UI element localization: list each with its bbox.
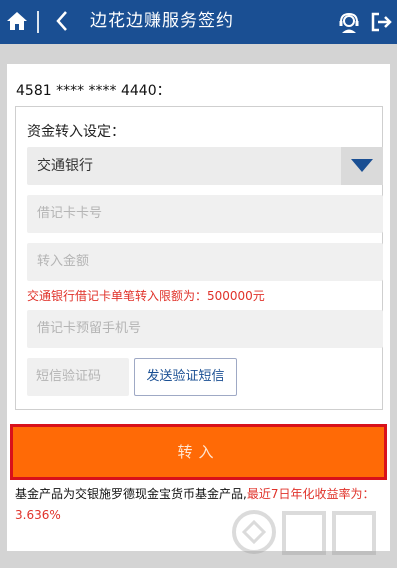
bank-select[interactable]: 交通银行 [27, 147, 383, 185]
phone-input[interactable]: 借记卡预留手机号 [27, 310, 383, 348]
note-text: 基金产品为交银施罗德现金宝货币基金产品, [15, 487, 247, 501]
home-icon[interactable] [6, 11, 28, 31]
sms-code-input[interactable]: 短信验证码 [27, 358, 129, 396]
chevron-left-icon[interactable] [54, 9, 70, 33]
section-title: 资金转入设定： [27, 124, 125, 140]
transfer-in-button[interactable]: 转入 [10, 424, 387, 480]
page-title: 边花边赚服务签约 [90, 11, 234, 31]
bank-select-value: 交通银行 [37, 158, 93, 174]
transfer-limit-notice: 交通银行借记卡单笔转入限额为：500000元 [27, 289, 265, 303]
triangle-down-icon [351, 159, 373, 172]
card-number-input[interactable]: 借记卡卡号 [27, 195, 383, 233]
watermark-logo [230, 505, 390, 560]
transfer-settings-panel: 资金转入设定： 交通银行 借记卡卡号 转入金额 交通银行借记卡单笔转入限额为：5… [15, 106, 383, 410]
amount-input[interactable]: 转入金额 [27, 243, 383, 281]
card-number: 4581 **** **** 4440： [16, 83, 171, 99]
app-header: 边花边赚服务签约 [0, 0, 397, 44]
logout-icon[interactable] [370, 11, 392, 33]
dropdown-button[interactable] [341, 147, 383, 185]
customer-service-icon[interactable] [338, 12, 360, 34]
transfer-in-label: 转入 [177, 443, 220, 461]
send-sms-button[interactable]: 发送验证短信 [134, 358, 237, 396]
header-divider [37, 11, 39, 33]
